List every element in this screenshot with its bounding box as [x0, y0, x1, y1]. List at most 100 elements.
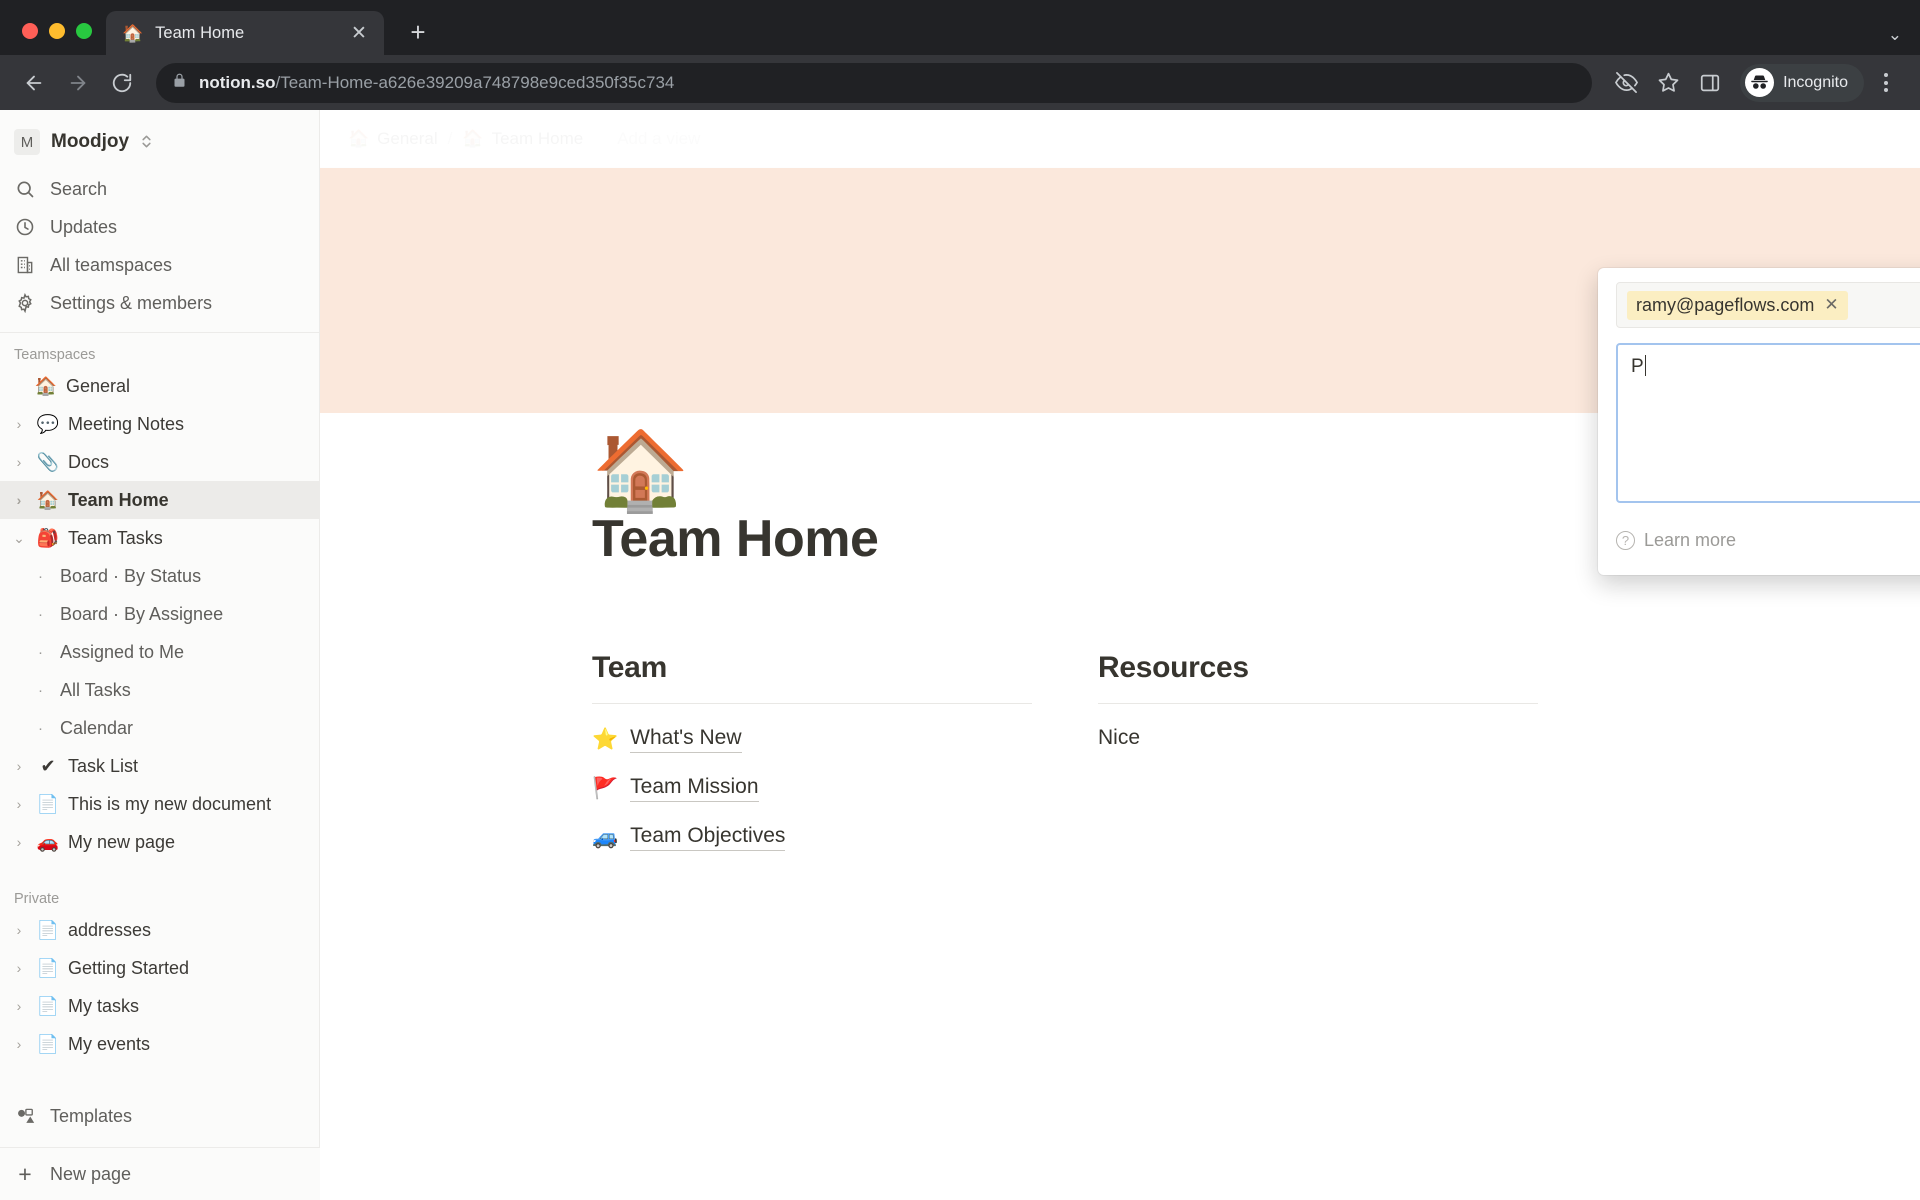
sidebar-item-addresses[interactable]: › 📄 addresses [0, 911, 319, 949]
sidebar-item-label: My tasks [68, 995, 140, 1016]
sidebar-scroll[interactable]: M Moodjoy Search Updates All teamspaces … [0, 110, 319, 1127]
sidebar-item-board-by-assignee[interactable]: · Board · By Assignee [0, 595, 319, 633]
page-emoji-icon: 📄 [36, 995, 60, 1016]
column-heading: Resources [1098, 651, 1249, 684]
page-link-label[interactable]: Team Objectives [630, 824, 786, 851]
sidebar-item-meeting-notes[interactable]: › 💬 Meeting Notes [0, 405, 319, 443]
check-mark-emoji-icon: ✔ [40, 755, 56, 776]
building-icon [14, 255, 36, 275]
star-icon[interactable] [1648, 63, 1688, 103]
breadcrumb: 🏠 General / 🏠 Team Home Add a view [320, 110, 1920, 168]
sidebar-item-all-teamspaces[interactable]: All teamspaces [0, 246, 319, 284]
remove-email-icon[interactable]: ✕ [1824, 295, 1838, 315]
sidebar-item-general[interactable]: 🏠 General [0, 367, 319, 405]
sidebar-item-task-list[interactable]: › ✔ Task List [0, 747, 319, 785]
chevron-down-icon[interactable]: ⌄ [10, 530, 28, 547]
email-chip[interactable]: ramy@pageflows.com ✕ [1627, 290, 1848, 320]
sidebar-item-label: Meeting Notes [68, 413, 185, 434]
sidebar-item-getting-started[interactable]: › 📄 Getting Started [0, 949, 319, 987]
sidebar-item-label: Team Tasks [68, 527, 163, 548]
workspace-name: Moodjoy [51, 131, 130, 152]
eye-slash-icon[interactable] [1606, 63, 1646, 103]
url-domain: notion.so [199, 72, 276, 92]
bullet-icon: · [38, 681, 43, 699]
page-link-label[interactable]: What's New [630, 726, 742, 753]
resources-text[interactable]: Nice [1098, 726, 1538, 750]
gear-icon [14, 293, 36, 313]
back-button[interactable] [14, 63, 54, 103]
page-link-row[interactable]: ⭐ What's New [592, 726, 1032, 753]
breadcrumb-extra[interactable]: Add a view [617, 129, 700, 149]
invite-email-field[interactable]: ramy@pageflows.com ✕ Can view [1616, 282, 1920, 328]
house-emoji-icon: 🏠 [462, 129, 483, 149]
page-link-label[interactable]: Team Mission [630, 775, 759, 802]
forward-button[interactable] [58, 63, 98, 103]
sidebar-item-calendar[interactable]: · Calendar [0, 709, 319, 747]
invite-message-input[interactable]: P [1616, 343, 1920, 503]
sidebar-item-team-tasks[interactable]: ⌄ 🎒 Team Tasks [0, 519, 319, 557]
workspace-avatar: M [14, 129, 40, 155]
page-link-row[interactable]: 🚙 Team Objectives [592, 824, 1032, 851]
sidebar-item-board-by-status[interactable]: · Board · By Status [0, 557, 319, 595]
breadcrumb-item-general[interactable]: 🏠 General [348, 129, 438, 149]
sidebar-item-this-is-my-new-document[interactable]: › 📄 This is my new document [0, 785, 319, 823]
sidebar-item-templates[interactable]: Templates [0, 1097, 319, 1127]
sidebar-item-docs[interactable]: › 📎 Docs [0, 443, 319, 481]
browser-window: 🏠 Team Home ✕ + ⌄ notion.so/Team-Home-a6… [0, 0, 1920, 1200]
column-resources: Resources Nice [1098, 651, 1538, 851]
minimize-window-button[interactable] [49, 23, 65, 39]
chevron-right-icon[interactable]: › [10, 454, 28, 470]
sidebar-item-my-events[interactable]: › 📄 My events [0, 1025, 319, 1063]
maximize-window-button[interactable] [76, 23, 92, 39]
incognito-avatar-icon [1745, 68, 1775, 97]
sidebar-item-all-tasks[interactable]: · All Tasks [0, 671, 319, 709]
workspace-switcher[interactable]: M Moodjoy [0, 114, 319, 170]
window-controls [12, 23, 106, 55]
chevron-right-icon[interactable]: › [10, 922, 28, 938]
house-emoji-icon: 🏠 [348, 129, 369, 149]
close-window-button[interactable] [22, 23, 38, 39]
sidebar-item-search[interactable]: Search [0, 170, 319, 208]
learn-more-link[interactable]: ? Learn more [1616, 530, 1736, 551]
tab-list-chevron-icon[interactable]: ⌄ [1888, 25, 1902, 45]
chevron-right-icon[interactable]: › [10, 758, 28, 774]
house-emoji-icon: 🏠 [36, 489, 60, 510]
sidebar-item-my-new-page[interactable]: › 🚗 My new page [0, 823, 319, 861]
chevron-right-icon[interactable]: › [10, 796, 28, 812]
plus-icon: + [18, 1160, 32, 1187]
page-link-row[interactable]: 🚩 Team Mission [592, 775, 1032, 802]
address-bar[interactable]: notion.so/Team-Home-a626e39209a748798e9c… [156, 62, 1593, 103]
breadcrumb-item-team-home[interactable]: 🏠 Team Home [462, 129, 583, 149]
page-emoji-icon: 📄 [36, 957, 60, 978]
new-page-button[interactable]: + New page [0, 1148, 320, 1200]
browser-tab[interactable]: 🏠 Team Home ✕ [106, 11, 384, 55]
side-panel-icon[interactable] [1690, 63, 1730, 103]
profile-button[interactable]: Incognito [1740, 63, 1864, 102]
chevron-right-icon[interactable]: › [10, 416, 28, 432]
sidebar-item-settings-members[interactable]: Settings & members [0, 284, 319, 322]
chevron-right-icon[interactable]: › [10, 492, 28, 508]
house-emoji-icon: 🏠 [34, 375, 58, 396]
sidebar-item-assigned-to-me[interactable]: · Assigned to Me [0, 633, 319, 671]
new-tab-button[interactable]: + [398, 12, 438, 52]
chevron-right-icon[interactable]: › [10, 960, 28, 976]
email-chip-label: ramy@pageflows.com [1636, 294, 1815, 315]
chevron-right-icon[interactable]: › [10, 1036, 28, 1052]
sidebar-item-label: Docs [68, 451, 110, 472]
sidebar-item-updates[interactable]: Updates [0, 208, 319, 246]
sidebar-item-label: All Tasks [60, 679, 131, 700]
sidebar-item-my-tasks[interactable]: › 📄 My tasks [0, 987, 319, 1025]
sidebar-item-label: Settings & members [50, 292, 213, 313]
sidebar-item-team-home[interactable]: › 🏠 Team Home [0, 481, 319, 519]
kebab-menu-icon[interactable] [1866, 63, 1906, 103]
reload-button[interactable] [102, 63, 142, 103]
page-icon-emoji[interactable]: 🏠 [592, 431, 689, 509]
section-heading-teamspaces: Teamspaces [14, 347, 96, 363]
close-tab-icon[interactable]: ✕ [346, 20, 372, 46]
chevron-right-icon[interactable]: › [10, 998, 28, 1014]
chevron-right-icon[interactable]: › [10, 834, 28, 850]
tab-title: Team Home [155, 23, 245, 42]
tab-favicon-icon: 🏠 [122, 23, 144, 43]
sidebar-item-label: Assigned to Me [60, 641, 185, 662]
text-cursor [1644, 355, 1647, 376]
